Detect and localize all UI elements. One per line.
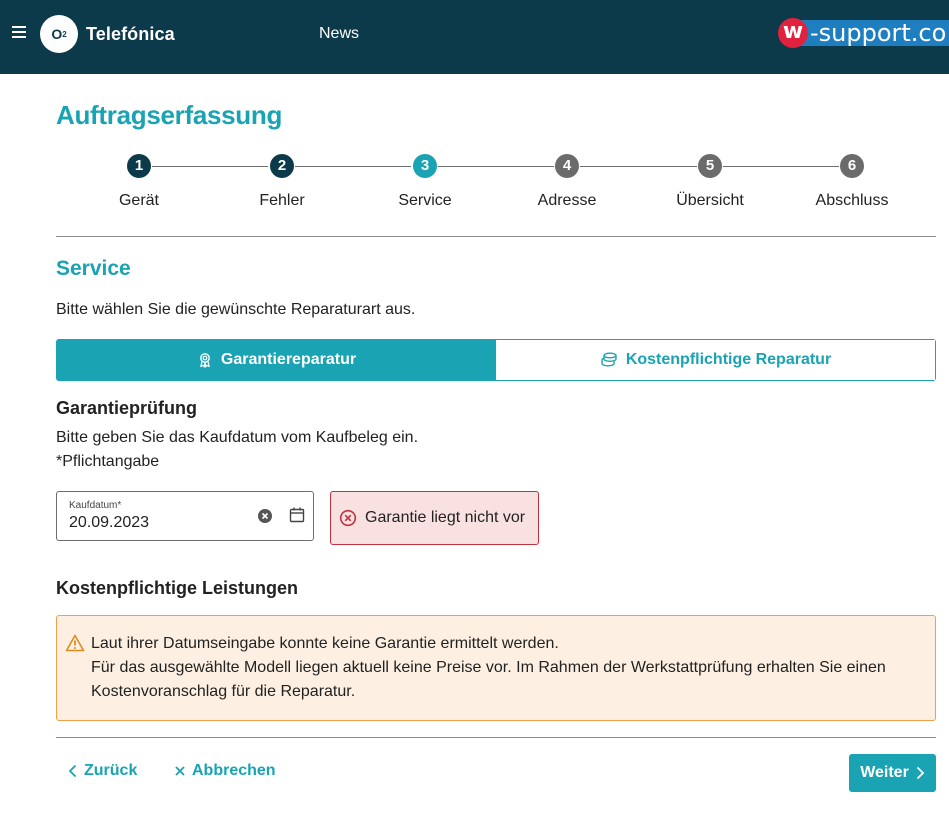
service-section-title: Service xyxy=(56,257,131,280)
back-label: Zurück xyxy=(84,762,138,779)
step-label: Abschluss xyxy=(815,192,889,209)
step-label: Adresse xyxy=(537,192,597,209)
step-number: 1 xyxy=(127,154,151,178)
step-label: Service xyxy=(398,192,452,209)
step-service: 3 Service xyxy=(365,154,485,210)
support-logo-letter: w xyxy=(778,18,808,48)
top-navigation-bar: O2 Telefónica News -support.co w xyxy=(0,0,949,74)
error-circle-icon xyxy=(339,509,357,527)
page-title: Auftragserfassung xyxy=(56,100,283,130)
support-logo-text: -support.co xyxy=(800,20,949,46)
o2-logo[interactable]: O2 xyxy=(40,15,78,53)
purchase-date-label: Kaufdatum* xyxy=(69,500,122,511)
menu-icon[interactable] xyxy=(12,26,26,40)
step-number: 4 xyxy=(555,154,579,178)
step-fehler[interactable]: 2 Fehler xyxy=(222,154,342,210)
nav-news-link[interactable]: News xyxy=(319,25,359,43)
warning-notice-text: Laut ihrer Datumseingabe konnte keine Ga… xyxy=(91,632,921,704)
chevron-left-icon xyxy=(68,764,77,778)
warranty-repair-option[interactable]: Garantiereparatur xyxy=(57,340,496,380)
service-intro-text: Bitte wählen Sie die gewünschte Reparatu… xyxy=(56,301,416,318)
logo-letter: O xyxy=(51,26,63,42)
progress-stepper: 1 Gerät 2 Fehler 3 Service 4 Adresse 5 Ü… xyxy=(0,154,949,214)
warranty-repair-label: Garantiereparatur xyxy=(220,351,357,368)
purchase-date-field[interactable]: Kaufdatum* 20.09.2023 xyxy=(56,491,314,541)
purchase-date-value[interactable]: 20.09.2023 xyxy=(69,514,149,532)
section-divider xyxy=(56,236,936,237)
step-geraet[interactable]: 1 Gerät xyxy=(79,154,199,210)
notice-line-2: Für das ausgewählte Modell liegen aktuel… xyxy=(91,659,886,700)
step-label: Übersicht xyxy=(676,192,744,209)
step-number: 3 xyxy=(413,154,437,178)
warranty-status-text: Garantie liegt nicht vor xyxy=(365,509,526,526)
step-adresse: 4 Adresse xyxy=(507,154,627,210)
cancel-label: Abbrechen xyxy=(192,762,276,779)
step-label: Fehler xyxy=(259,192,305,209)
footer-divider xyxy=(56,737,936,738)
coins-icon xyxy=(601,352,617,367)
next-label: Weiter xyxy=(860,764,909,781)
required-note: *Pflichtangabe xyxy=(56,453,160,470)
logo-subscript: 2 xyxy=(62,29,67,39)
repair-type-toggle: Garantiereparatur Kostenpflichtige Repar… xyxy=(56,339,936,381)
step-label: Gerät xyxy=(118,192,159,209)
clear-icon[interactable] xyxy=(257,508,273,524)
step-abschluss: 6 Abschluss xyxy=(792,154,912,210)
step-number: 2 xyxy=(270,154,294,178)
step-number: 5 xyxy=(698,154,722,178)
paid-services-heading: Kostenpflichtige Leistungen xyxy=(56,578,299,598)
back-button[interactable]: Zurück xyxy=(68,762,137,780)
warning-notice: Laut ihrer Datumseingabe konnte keine Ga… xyxy=(56,615,936,721)
warning-triangle-icon xyxy=(65,634,85,652)
calendar-icon[interactable] xyxy=(288,506,306,524)
paid-repair-option[interactable]: Kostenpflichtige Reparatur xyxy=(496,340,935,380)
paid-repair-label: Kostenpflichtige Reparatur xyxy=(625,351,832,368)
step-uebersicht: 5 Übersicht xyxy=(650,154,770,210)
award-icon xyxy=(200,353,210,368)
brand-name[interactable]: Telefónica xyxy=(86,24,175,45)
cancel-button[interactable]: Abbrechen xyxy=(174,762,276,780)
chevron-right-icon xyxy=(916,766,925,780)
step-number: 6 xyxy=(840,154,864,178)
close-icon xyxy=(175,766,185,776)
warranty-status-alert: Garantie liegt nicht vor xyxy=(330,491,539,545)
warranty-instruction: Bitte geben Sie das Kaufdatum vom Kaufbe… xyxy=(56,429,419,446)
warranty-check-heading: Garantieprüfung xyxy=(56,398,198,418)
w-support-logo: -support.co w xyxy=(778,18,949,48)
notice-line-1: Laut ihrer Datumseingabe konnte keine Ga… xyxy=(91,635,559,652)
next-button[interactable]: Weiter xyxy=(849,754,936,792)
